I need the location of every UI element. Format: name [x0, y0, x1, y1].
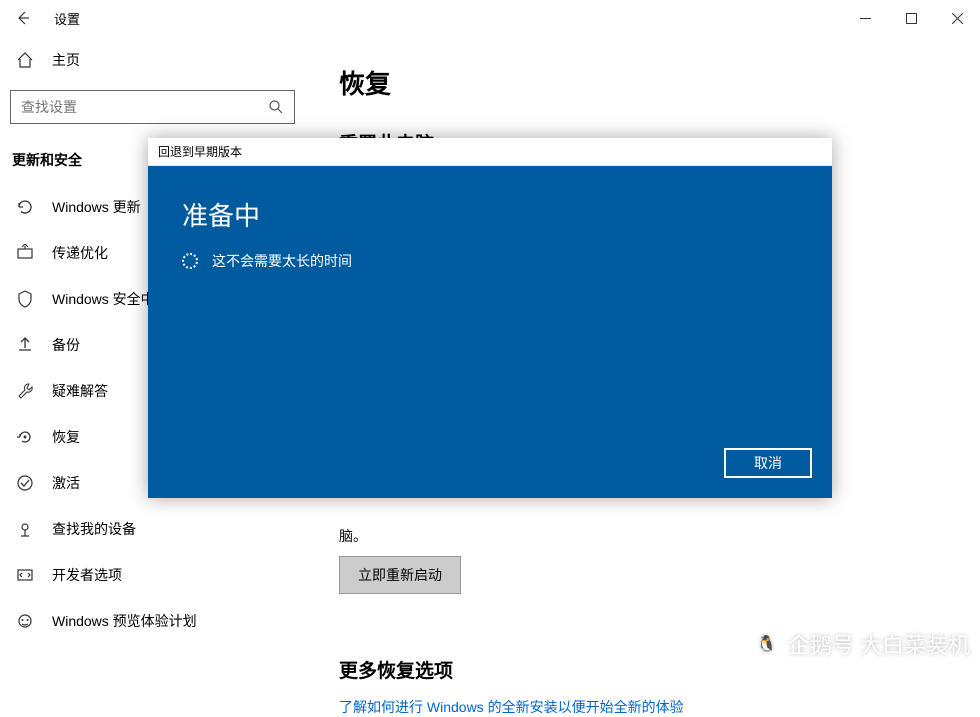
shield-icon [16, 290, 34, 308]
titlebar: 设置 [0, 0, 980, 36]
dialog-body: 准备中 这不会需要太长的时间 取消 [148, 166, 832, 498]
maximize-button[interactable] [888, 2, 934, 34]
titlebar-left: 设置 [12, 7, 80, 29]
minimize-icon [860, 13, 871, 24]
update-icon [16, 198, 34, 216]
maximize-icon [906, 13, 917, 24]
sidebar-item-label: 恢复 [52, 427, 80, 447]
cancel-button[interactable]: 取消 [724, 448, 812, 478]
minimize-button[interactable] [842, 2, 888, 34]
more-options-title: 更多恢复选项 [339, 656, 946, 683]
more-options-section: 更多恢复选项 了解如何进行 Windows 的全新安装以便开始全新的体验 [339, 656, 946, 717]
dialog-status-text: 这不会需要太长的时间 [212, 251, 352, 271]
dialog-title: 准备中 [182, 196, 798, 233]
partial-text: 脑。 [339, 526, 946, 546]
sidebar-item-label: 疑难解答 [52, 381, 108, 401]
sidebar-item-label: 备份 [52, 335, 80, 355]
close-button[interactable] [934, 2, 980, 34]
more-options-link[interactable]: 了解如何进行 Windows 的全新安装以便开始全新的体验 [339, 697, 946, 717]
sidebar-item-label: Windows 更新 [52, 197, 141, 217]
sidebar-item-label: Windows 预览体验计划 [52, 611, 197, 631]
backup-icon [16, 336, 34, 354]
delivery-icon [16, 244, 34, 262]
spinner-icon [182, 253, 198, 269]
sidebar-item-label: 查找我的设备 [52, 519, 136, 539]
search-input[interactable] [21, 99, 268, 115]
page-title: 恢复 [339, 64, 946, 101]
recovery-icon [16, 428, 34, 446]
dialog-status-row: 这不会需要太长的时间 [182, 251, 798, 271]
location-icon [16, 520, 34, 538]
sidebar-item-find-device[interactable]: 查找我的设备 [10, 506, 295, 552]
window-title: 设置 [54, 9, 80, 28]
check-icon [16, 474, 34, 492]
search-icon [268, 99, 284, 115]
close-icon [952, 13, 963, 24]
sidebar-item-label: 传递优化 [52, 243, 108, 263]
sidebar-item-label: 激活 [52, 473, 80, 493]
restart-button[interactable]: 立即重新启动 [339, 556, 461, 594]
sidebar-home[interactable]: 主页 [10, 40, 295, 80]
search-box[interactable] [10, 90, 295, 124]
developer-icon [16, 566, 34, 584]
dialog-header-title: 回退到早期版本 [158, 143, 242, 160]
wrench-icon [16, 382, 34, 400]
window-controls [842, 2, 980, 34]
home-icon [16, 51, 34, 69]
arrow-left-icon [15, 10, 31, 26]
insider-icon [16, 612, 34, 630]
sidebar-item-insider[interactable]: Windows 预览体验计划 [10, 598, 295, 644]
sidebar-item-developer[interactable]: 开发者选项 [10, 552, 295, 598]
sidebar-home-label: 主页 [52, 50, 80, 70]
sidebar-item-label: 开发者选项 [52, 565, 122, 585]
rollback-dialog: 回退到早期版本 准备中 这不会需要太长的时间 取消 [148, 138, 832, 498]
back-button[interactable] [12, 7, 34, 29]
dialog-header: 回退到早期版本 [148, 138, 832, 166]
